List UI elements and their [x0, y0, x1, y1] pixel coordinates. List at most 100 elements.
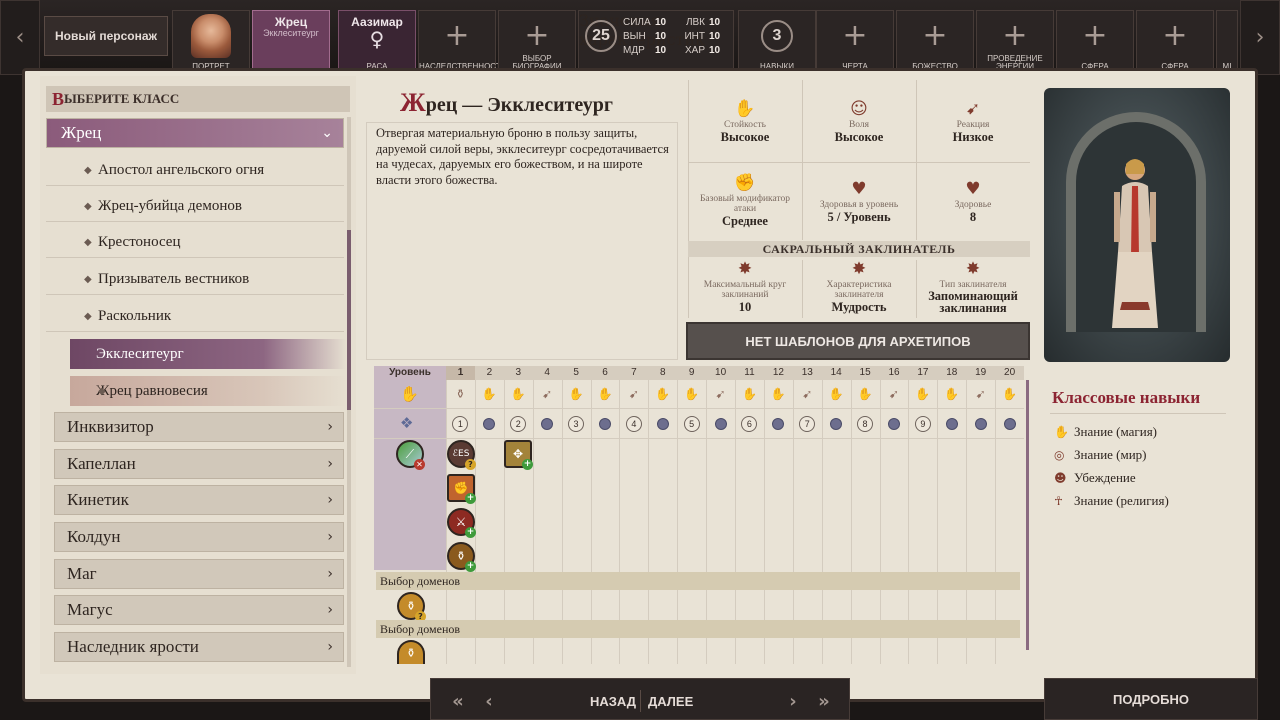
deity-feature-icon[interactable]: ✥ + — [504, 440, 533, 470]
channel-energy-icon[interactable]: ✊ + — [447, 474, 476, 504]
class-item[interactable]: Колдун › — [54, 522, 344, 552]
new-spell-level-marker[interactable]: 3 — [568, 416, 585, 432]
spell-slot-marker[interactable] — [1003, 418, 1016, 430]
class-item[interactable]: Кинетик › — [54, 485, 344, 515]
new-spell-level-marker[interactable]: 9 — [914, 416, 931, 432]
step-domain-2[interactable]: + Сфера — [1136, 10, 1214, 74]
spell-slot-marker[interactable] — [714, 418, 727, 430]
step-deity[interactable]: + Божество — [896, 10, 974, 74]
back-button[interactable]: Назад — [546, 686, 636, 716]
archetype-templates-button[interactable]: Нет шаблонов для архетипов — [686, 322, 1030, 360]
domain-feature-icon[interactable]: ⚱ + — [447, 542, 476, 572]
spell-slot-marker[interactable] — [974, 418, 987, 430]
class-label: Магус — [67, 600, 113, 619]
skill-label: Знание (мир) — [1074, 447, 1147, 462]
step-more[interactable]: Мі — [1216, 10, 1238, 74]
archetype-item[interactable]: ◆ Жрец-убийца демонов — [46, 192, 344, 222]
class-label: Капеллан — [67, 454, 136, 473]
feature-marker-icon[interactable]: ➹ — [539, 386, 555, 402]
step-domain-1[interactable]: + Сфера — [1056, 10, 1134, 74]
feature-marker-icon[interactable]: ➹ — [799, 386, 815, 402]
class-item[interactable]: Инквизитор › — [54, 412, 344, 442]
armor-proficiency-icon[interactable]: ⚔ + — [447, 508, 476, 538]
feature-marker-icon[interactable]: ✋ — [915, 386, 931, 402]
double-chevron-left-icon[interactable]: « — [440, 686, 476, 716]
archetype-item[interactable]: ◆ Раскольник — [46, 302, 344, 332]
caster-type: ✸ Тип заклинателя Запоминающий заклинани… — [916, 258, 1030, 314]
step-race[interactable]: Аазимар ♀ Раса — [338, 10, 416, 74]
chevron-left-icon[interactable]: ‹ — [0, 0, 40, 75]
spell-slot-marker[interactable] — [945, 418, 958, 430]
stat-value: Запоминающий заклинания — [928, 289, 1018, 315]
step-portrait[interactable]: Портрет — [172, 10, 250, 74]
details-button[interactable]: Подробно — [1044, 678, 1258, 720]
step-channel-energy[interactable]: + Проведение энергии — [976, 10, 1054, 74]
step-feat[interactable]: + Черта — [816, 10, 894, 74]
archetype-item-selected[interactable]: Экклеситеург — [70, 339, 346, 369]
feature-marker-icon[interactable]: ➹ — [713, 386, 729, 402]
domain-choice-icon[interactable]: ⚱? — [397, 592, 426, 622]
feature-marker-icon[interactable]: ✋ — [481, 386, 497, 402]
feature-marker-icon[interactable]: ✋ — [510, 386, 526, 402]
weapon-proficiency-icon[interactable]: ⟋ ✕ — [396, 440, 425, 470]
class-skill: ☻ Убеждение — [1054, 470, 1136, 486]
feature-marker-icon[interactable]: ✋ — [770, 386, 786, 402]
feature-marker-icon[interactable]: ✋ — [741, 386, 757, 402]
feature-marker-icon[interactable]: ✋ — [684, 386, 700, 402]
step-heritage[interactable]: + Наследственность — [418, 10, 506, 74]
class-item[interactable]: Наследник ярости › — [54, 632, 344, 662]
domain-choice-icon[interactable]: ⚱ — [397, 640, 425, 664]
skill-label: Знание (религия) — [1074, 493, 1169, 508]
feature-marker-icon[interactable]: ➹ — [626, 386, 642, 402]
next-button[interactable]: Далее — [648, 686, 738, 716]
class-title: Жрец — Экклеситеург — [400, 88, 613, 118]
star-icon: ✸ — [737, 259, 753, 279]
class-item[interactable]: Капеллан › — [54, 449, 344, 479]
class-list-scroll-thumb[interactable] — [347, 230, 351, 410]
feature-marker-icon[interactable]: ✋ — [1002, 386, 1018, 402]
new-spell-level-marker[interactable]: 5 — [683, 416, 700, 432]
step-ability-scores[interactable]: 25 СИЛА 10 ЛВК 10 ВЫН 10 ИНТ 10 МДР 10 ХАР 10 … — [578, 10, 734, 74]
ability-value: 10 — [709, 17, 721, 28]
new-spell-level-marker[interactable]: 8 — [857, 416, 874, 432]
class-description: Отвергая материальную броню в пользу защ… — [376, 126, 669, 187]
spell-slot-marker[interactable] — [598, 418, 611, 430]
class-label: Инквизитор — [67, 417, 154, 436]
step-background[interactable]: + Выбор биографии — [498, 10, 576, 74]
double-chevron-right-icon[interactable]: » — [806, 686, 842, 716]
feature-marker-icon[interactable]: ⚱ — [452, 386, 468, 402]
archetype-item[interactable]: ◆ Призыватель вестников — [46, 265, 344, 295]
feature-marker-icon[interactable]: ✋ — [944, 386, 960, 402]
spell-slot-marker[interactable] — [887, 418, 900, 430]
spell-slot-marker[interactable] — [656, 418, 669, 430]
archetype-item[interactable]: ◆ Апостол ангельского огня — [46, 156, 344, 186]
chevron-right-icon[interactable]: › — [1240, 0, 1280, 75]
class-item-selected[interactable]: Жрец ⌄ — [46, 118, 344, 148]
chevron-right-icon[interactable]: › — [780, 686, 806, 716]
chevron-left-icon[interactable]: ‹ — [476, 686, 502, 716]
feature-marker-icon[interactable]: ➹ — [886, 386, 902, 402]
new-spell-level-marker[interactable]: 4 — [625, 416, 642, 432]
feature-marker-icon[interactable]: ✋ — [828, 386, 844, 402]
feature-marker-icon[interactable]: ➹ — [973, 386, 989, 402]
step-class[interactable]: Жрец Экклеситеург — [252, 10, 330, 74]
progression-scrollbar[interactable] — [1026, 380, 1029, 650]
feature-marker-icon[interactable]: ✋ — [857, 386, 873, 402]
plus-icon: + — [1162, 18, 1188, 53]
ability-name: МДР — [623, 45, 645, 56]
chevron-down-icon: ⌄ — [321, 125, 333, 141]
feature-marker-icon[interactable]: ✋ — [568, 386, 584, 402]
archetype-item[interactable]: ◆ Крестоносец — [46, 228, 344, 258]
class-item[interactable]: Магус › — [54, 595, 344, 625]
class-item[interactable]: Маг › — [54, 559, 344, 589]
level-number: 19 — [975, 367, 987, 378]
feature-marker-icon[interactable]: ✋ — [655, 386, 671, 402]
feature-marker-icon[interactable]: ✋ — [597, 386, 613, 402]
archetype-item[interactable]: ◆ Жрец равновесия — [70, 376, 346, 406]
level-header-label: Уровень — [374, 366, 446, 380]
new-character-button[interactable]: Новый персонаж — [44, 16, 168, 56]
step-skills[interactable]: 3 Навыки — [738, 10, 816, 74]
level-number: 14 — [830, 367, 842, 378]
save-value: Высокое — [720, 130, 770, 144]
spontaneous-casting-icon[interactable]: ℰES? — [447, 440, 476, 470]
